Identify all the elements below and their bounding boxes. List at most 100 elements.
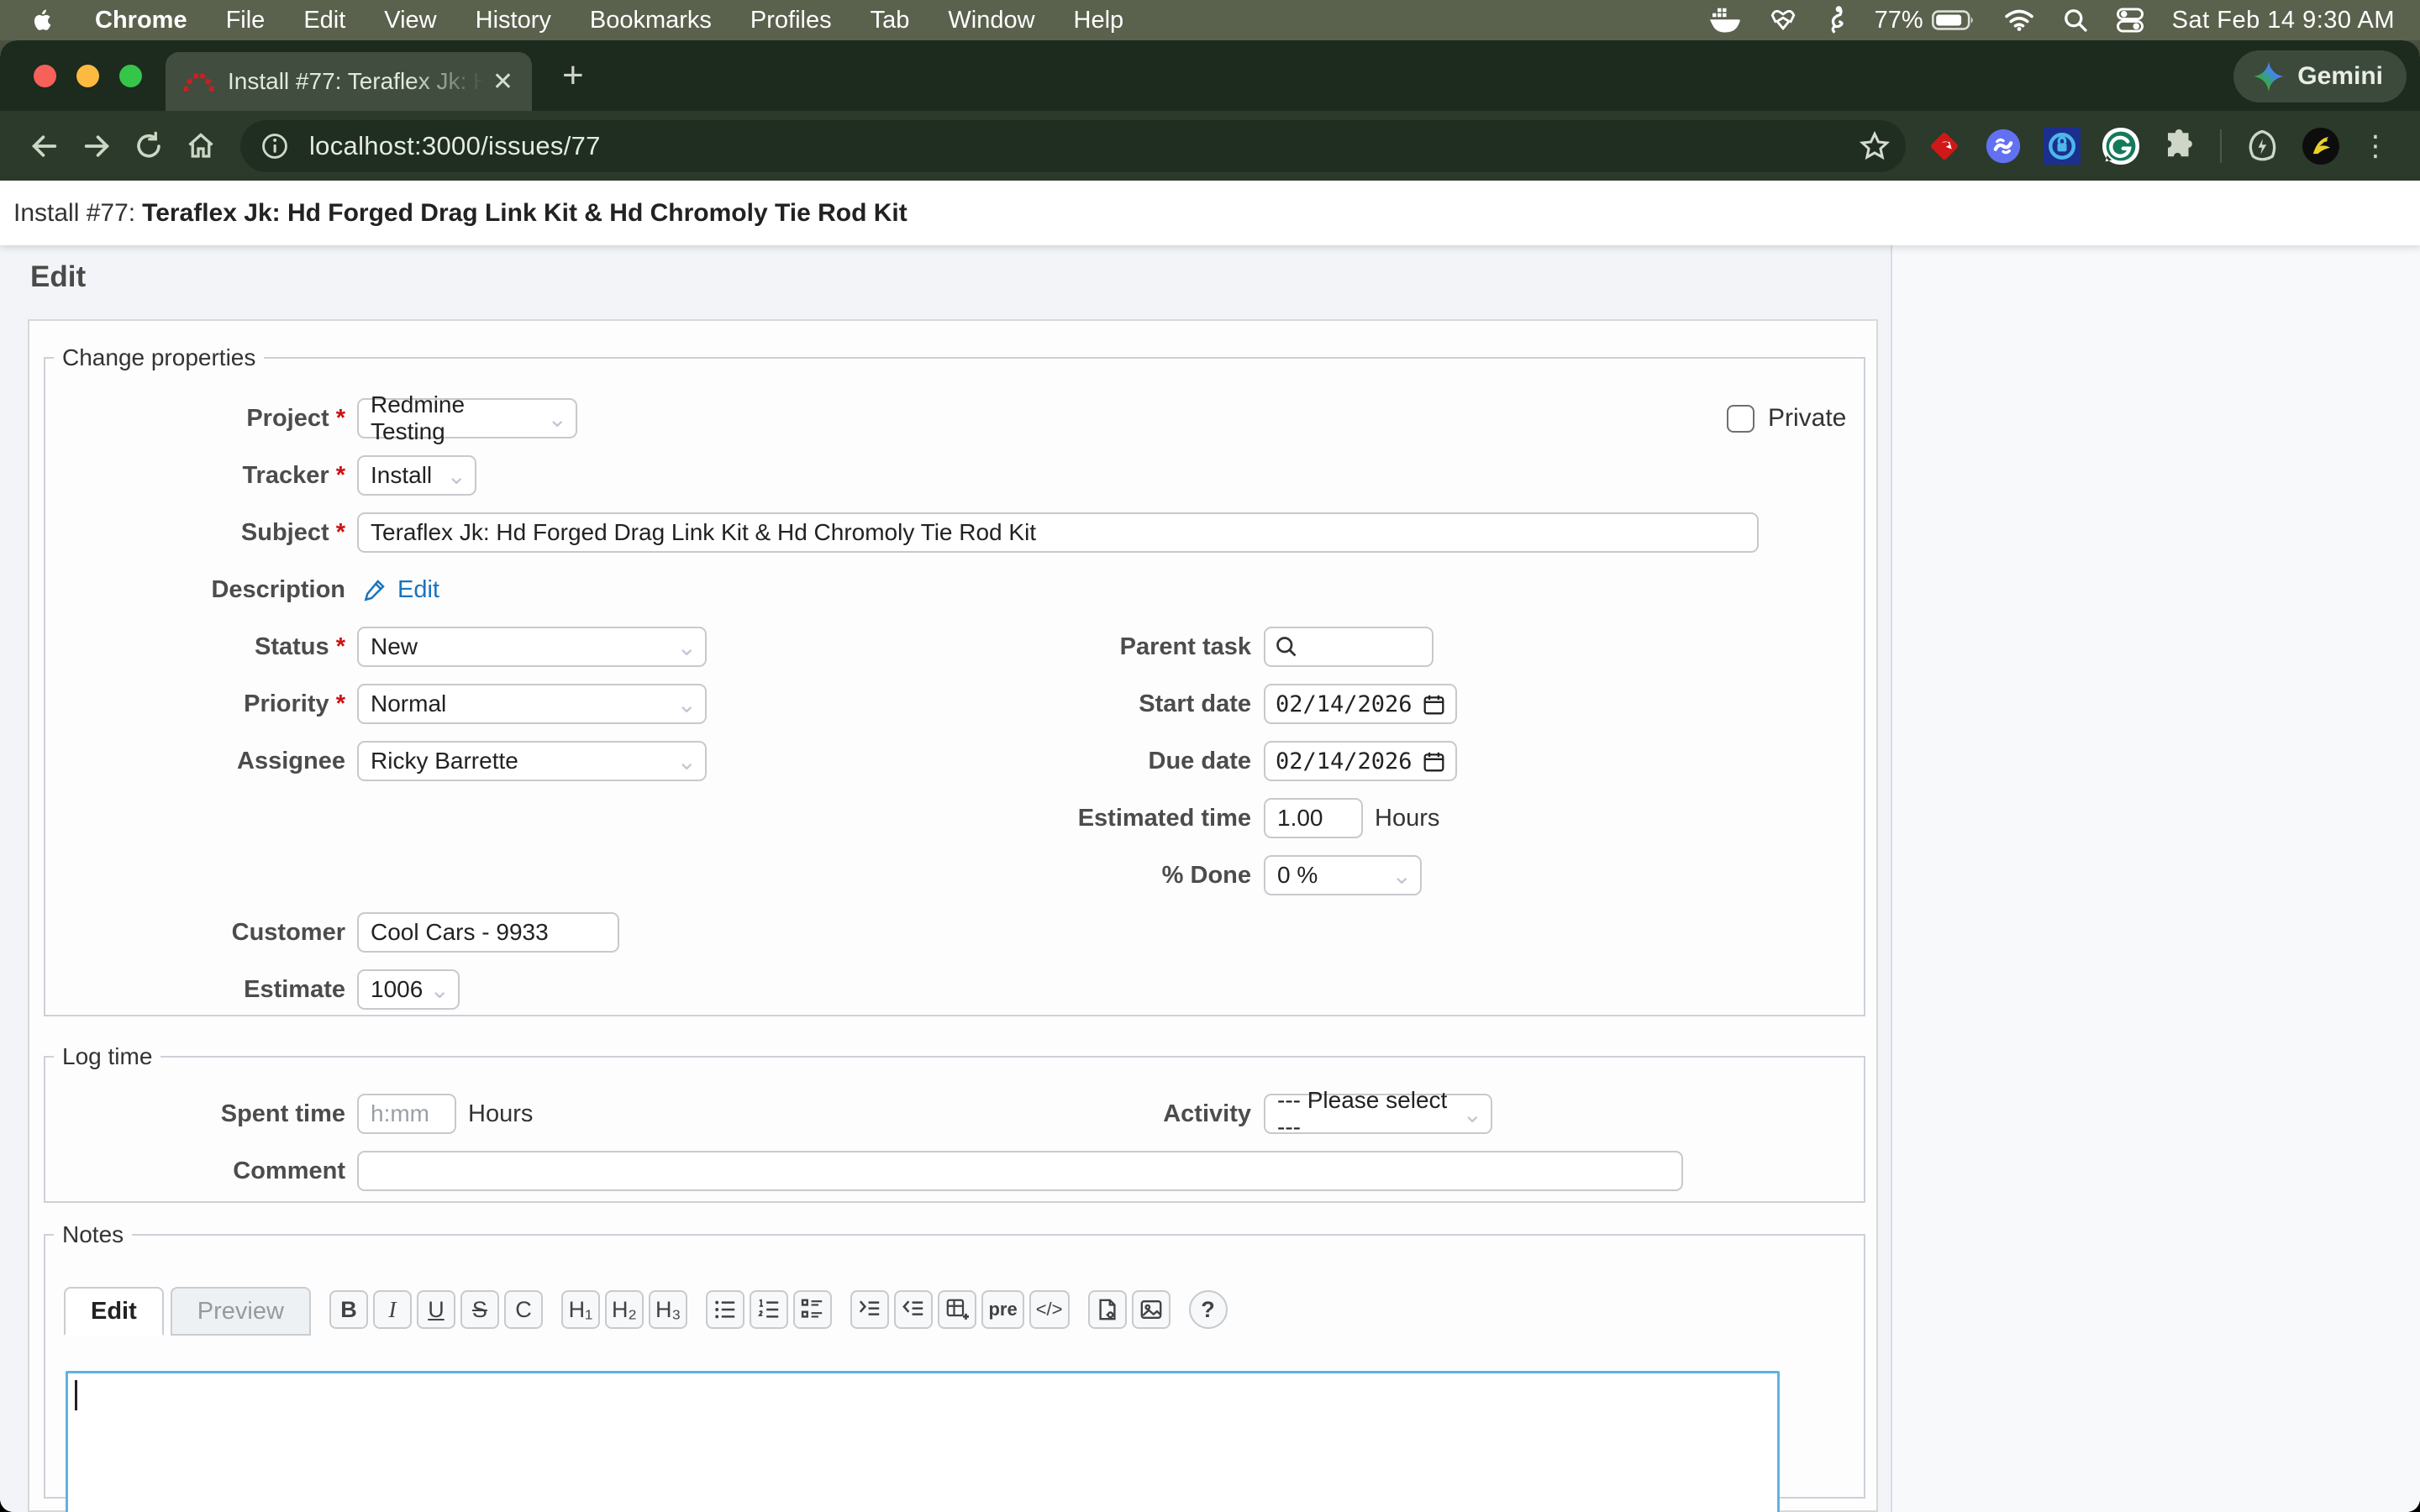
menu-profiles[interactable]: Profiles (731, 7, 851, 34)
tracker-select[interactable]: Install ⌄ (357, 455, 476, 496)
description-edit-link[interactable]: Edit (397, 576, 439, 604)
bold-button[interactable]: B (329, 1290, 368, 1329)
notes-tab-preview[interactable]: Preview (171, 1287, 311, 1336)
heading3-button[interactable]: H₃ (649, 1290, 688, 1329)
menu-chrome[interactable]: Chrome (76, 7, 207, 34)
definition-list-button[interactable] (793, 1290, 832, 1329)
insert-image-button[interactable] (1132, 1290, 1171, 1329)
parent-task-label: Parent task (894, 633, 1251, 661)
menu-bookmarks[interactable]: Bookmarks (571, 7, 731, 34)
browser-tab[interactable]: Install #77: Teraflex Jk: Hd Fo ✕ (166, 52, 532, 111)
home-button[interactable] (175, 120, 227, 172)
menubar-utility-icon[interactable] (1769, 6, 1797, 34)
start-date-input[interactable]: 02/14/2026 (1264, 684, 1457, 724)
docker-icon[interactable] (1710, 7, 1740, 34)
browser-menu-icon[interactable]: ⋮ (2361, 129, 2390, 163)
project-select[interactable]: Redmine Testing ⌄ (357, 398, 577, 438)
project-label: Project (246, 405, 329, 432)
menu-window[interactable]: Window (929, 7, 1054, 34)
back-button[interactable] (18, 120, 71, 172)
heading2-button[interactable]: H₂ (605, 1290, 644, 1329)
chevron-down-icon: ⌄ (430, 976, 450, 1004)
ordered-list-button[interactable] (750, 1290, 788, 1329)
energy-saver-icon[interactable] (2244, 128, 2281, 165)
assignee-select[interactable]: Ricky Barrette ⌄ (357, 741, 707, 781)
bookmark-star-icon[interactable] (1859, 130, 1891, 162)
control-center-icon[interactable] (2117, 8, 2144, 33)
battery-percent: 77% (1875, 7, 1923, 34)
spent-time-input[interactable] (357, 1094, 456, 1134)
underline-button[interactable]: U (417, 1290, 455, 1329)
estimated-time-input[interactable] (1264, 798, 1363, 838)
window-zoom-button[interactable] (119, 65, 142, 87)
search-icon (1274, 634, 1299, 659)
site-info-icon[interactable] (255, 127, 294, 165)
menu-history[interactable]: History (456, 7, 571, 34)
help-button[interactable]: ? (1189, 1290, 1228, 1329)
strikethrough-button[interactable]: S (460, 1290, 499, 1329)
apple-menu-icon[interactable] (0, 8, 76, 33)
issue-title-prefix: Install #77: (13, 199, 135, 228)
unquote-button[interactable] (894, 1290, 933, 1329)
private-checkbox[interactable] (1727, 405, 1754, 433)
window-close-button[interactable] (34, 65, 56, 87)
priority-select[interactable]: Normal ⌄ (357, 684, 707, 724)
attach-file-button[interactable] (1088, 1290, 1127, 1329)
address-bar[interactable]: localhost:3000/issues/77 (240, 120, 1906, 172)
status-select[interactable]: New ⌄ (357, 627, 707, 667)
preformatted-button[interactable]: pre (981, 1290, 1023, 1329)
menubar-clock[interactable]: Sat Feb 14 9:30 AM (2172, 7, 2395, 34)
insert-table-button[interactable] (938, 1290, 976, 1329)
hours-suffix: Hours (1375, 805, 1439, 832)
extension-blue-lock-icon[interactable] (2044, 128, 2081, 165)
right-sidebar-area (1891, 245, 2420, 1512)
wifi-icon[interactable] (2004, 8, 2034, 32)
parent-task-input[interactable] (1264, 627, 1434, 667)
reload-button[interactable] (123, 120, 175, 172)
assignee-label: Assignee (237, 748, 345, 774)
forward-button[interactable] (71, 120, 123, 172)
gemini-sparkle-icon (2252, 60, 2286, 93)
unordered-list-button[interactable] (706, 1290, 744, 1329)
spotlight-search-icon[interactable] (2063, 8, 2088, 33)
italic-button[interactable]: I (373, 1290, 412, 1329)
window-minimize-button[interactable] (76, 65, 99, 87)
extension-purple-circle-icon[interactable] (1985, 128, 2022, 165)
activity-select[interactable]: --- Please select --- ⌄ (1264, 1094, 1492, 1134)
heading1-button[interactable]: H₁ (561, 1290, 600, 1329)
tab-close-icon[interactable]: ✕ (489, 67, 517, 97)
notes-toolbar: Edit Preview B I U S C H₁ H₂ H₃ (45, 1248, 1864, 1336)
change-properties-legend: Change properties (54, 344, 264, 371)
subject-input[interactable] (357, 512, 1759, 553)
change-properties-fieldset: Change properties Project * Redmine Test… (44, 344, 1865, 1016)
extensions-puzzle-icon[interactable] (2161, 128, 2198, 165)
menu-edit[interactable]: Edit (284, 7, 365, 34)
new-tab-button[interactable]: + (562, 55, 584, 97)
menu-view[interactable]: View (365, 7, 455, 34)
comment-input[interactable] (357, 1151, 1683, 1191)
customer-input[interactable] (357, 912, 619, 953)
profile-avatar[interactable] (2302, 128, 2339, 165)
inline-code-button[interactable]: C (504, 1290, 543, 1329)
gemini-button[interactable]: Gemini (2233, 50, 2407, 102)
browser-window: Install #77: Teraflex Jk: Hd Fo ✕ + Gemi… (0, 40, 2420, 1512)
grammarly-icon[interactable] (2102, 128, 2139, 165)
code-block-button[interactable]: </> (1029, 1290, 1070, 1329)
estimate-select[interactable]: 1006 ⌄ (357, 969, 460, 1010)
comment-label: Comment (233, 1158, 345, 1184)
due-date-input[interactable]: 02/14/2026 (1264, 741, 1457, 781)
chevron-down-icon: ⌄ (1392, 862, 1412, 890)
menu-help[interactable]: Help (1055, 7, 1144, 34)
notes-textarea[interactable] (66, 1371, 1780, 1512)
menu-tab[interactable]: Tab (851, 7, 929, 34)
notes-fieldset: Notes Edit Preview B I U S C H₁ H₂ H₃ (44, 1221, 1865, 1499)
calendar-icon (1423, 693, 1445, 716)
notes-tab-edit[interactable]: Edit (64, 1287, 164, 1336)
menubar-seahorse-icon[interactable] (1826, 5, 1846, 35)
estimated-time-label: Estimated time (894, 805, 1251, 832)
done-ratio-select[interactable]: 0 % ⌄ (1264, 855, 1422, 895)
description-label: Description (211, 576, 345, 603)
menu-file[interactable]: File (207, 7, 285, 34)
extension-red-icon[interactable] (1926, 128, 1963, 165)
blockquote-button[interactable] (850, 1290, 889, 1329)
